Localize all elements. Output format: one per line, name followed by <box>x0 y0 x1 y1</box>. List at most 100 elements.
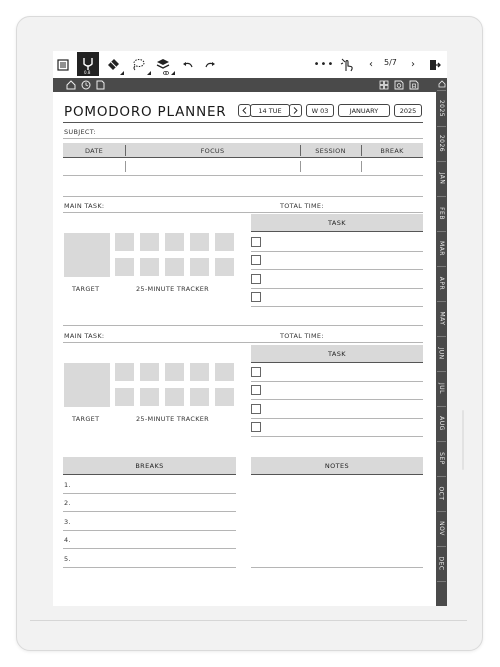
task-line[interactable] <box>251 418 423 419</box>
tracker-cell[interactable] <box>165 233 184 251</box>
day-selector[interactable]: 14 TUE <box>250 104 290 117</box>
tab-month-sep[interactable]: SEP <box>436 441 447 475</box>
tracker-cell[interactable] <box>140 258 159 276</box>
layers-menu-caret[interactable] <box>171 71 175 75</box>
target-box[interactable] <box>64 233 110 277</box>
main-task-line[interactable] <box>63 342 423 343</box>
tab-month-may[interactable]: MAY <box>436 301 447 335</box>
tab-month-jun[interactable]: JUN <box>436 336 447 370</box>
tab-month-jan[interactable]: JAN <box>436 161 447 195</box>
task-checkbox[interactable] <box>251 292 261 302</box>
task-checkbox[interactable] <box>251 255 261 265</box>
task-checkbox[interactable] <box>251 422 261 432</box>
tracker-cell[interactable] <box>215 363 234 381</box>
tracker-cell[interactable] <box>165 258 184 276</box>
year-selector[interactable]: 2025 <box>394 104 422 117</box>
tracker-cell[interactable] <box>190 388 209 406</box>
tracker-cell[interactable] <box>215 258 234 276</box>
task-line[interactable] <box>251 436 423 437</box>
task-checkbox[interactable] <box>251 274 261 284</box>
main-task-line[interactable] <box>63 212 423 213</box>
clock-icon[interactable] <box>81 80 91 90</box>
task-checkbox[interactable] <box>251 237 261 247</box>
tracker-cell[interactable] <box>115 363 134 381</box>
touch-gesture-icon[interactable] <box>338 54 356 75</box>
planner-page: POMODORO PLANNER 14 TUE W 03 JANUARY 202… <box>63 100 423 600</box>
tracker-cell[interactable] <box>140 388 159 406</box>
task-line[interactable] <box>251 251 423 252</box>
date-column-header: DATE <box>84 147 104 155</box>
task-line[interactable] <box>251 306 423 307</box>
tracker-cell[interactable] <box>165 363 184 381</box>
tab-year-2025[interactable]: 2025 <box>436 91 447 125</box>
tab-month-feb[interactable]: FEB <box>436 196 447 230</box>
tab-month-nov[interactable]: NOV <box>436 511 447 545</box>
column-divider <box>125 161 126 172</box>
session-column-header: SESSION <box>315 147 346 155</box>
tab-month-dec[interactable]: DEC <box>436 546 447 580</box>
break-line[interactable] <box>63 493 236 494</box>
page-indicator: 5/7 <box>384 58 397 67</box>
redo-icon[interactable] <box>202 54 218 75</box>
task-checkbox[interactable] <box>251 404 261 414</box>
lasso-select-icon[interactable] <box>129 54 147 75</box>
pen-tool-icon[interactable]: 0.8 <box>77 52 99 76</box>
eraser-menu-caret[interactable] <box>120 71 124 75</box>
column-divider <box>361 161 362 172</box>
tracker-cell[interactable] <box>215 388 234 406</box>
tracker-cell[interactable] <box>115 233 134 251</box>
tracker-cell[interactable] <box>190 363 209 381</box>
session-row-line[interactable] <box>63 175 423 176</box>
month-selector[interactable]: JANUARY <box>338 104 390 117</box>
session-row-line[interactable] <box>63 196 423 197</box>
task-line[interactable] <box>251 288 423 289</box>
task-line[interactable] <box>251 399 423 400</box>
lasso-menu-caret[interactable] <box>147 71 151 75</box>
tab-month-jul[interactable]: JUL <box>436 371 447 405</box>
notes-page-icon[interactable] <box>96 80 105 90</box>
break-line[interactable] <box>63 530 236 531</box>
tablet-screen: 0.8 ••• ‹ 5/7 › 2025 2026 JAN FEB MAR AP… <box>53 51 447 606</box>
tracker-cell[interactable] <box>115 258 134 276</box>
tracker-label: 25-MINUTE TRACKER <box>136 285 209 293</box>
target-box[interactable] <box>64 363 110 407</box>
tracker-cell[interactable] <box>215 233 234 251</box>
more-options-icon[interactable]: ••• <box>314 54 334 75</box>
undo-icon[interactable] <box>179 54 195 75</box>
side-tab-bar: 2025 2026 JAN FEB MAR APR MAY JUN JUL AU… <box>436 78 447 606</box>
tracker-cell[interactable] <box>190 233 209 251</box>
tab-month-mar[interactable]: MAR <box>436 231 447 265</box>
toc-icon[interactable] <box>55 54 71 75</box>
exit-icon[interactable] <box>428 54 442 75</box>
next-day-button[interactable] <box>289 104 302 117</box>
home-icon[interactable] <box>66 80 76 90</box>
task-checkbox[interactable] <box>251 367 261 377</box>
section-divider <box>63 325 423 326</box>
break-line[interactable] <box>63 548 236 549</box>
tab-month-oct[interactable]: OCT <box>436 476 447 510</box>
prev-page-icon[interactable]: ‹ <box>366 54 376 75</box>
calendar-page-icon[interactable] <box>394 80 404 90</box>
tracker-cell[interactable] <box>115 388 134 406</box>
break-line[interactable] <box>63 511 236 512</box>
break-line[interactable] <box>63 567 236 568</box>
tracker-cell[interactable] <box>165 388 184 406</box>
subject-line[interactable] <box>63 138 423 139</box>
break-item-number: 3. <box>64 518 71 526</box>
break-item-number: 2. <box>64 499 71 507</box>
tab-month-apr[interactable]: APR <box>436 266 447 300</box>
week-selector[interactable]: W 03 <box>306 104 334 117</box>
tracker-cell[interactable] <box>140 233 159 251</box>
task-checkbox[interactable] <box>251 385 261 395</box>
tab-month-aug[interactable]: AUG <box>436 406 447 440</box>
tab-year-2026[interactable]: 2026 <box>436 126 447 160</box>
next-page-icon[interactable]: › <box>408 54 418 75</box>
task-line[interactable] <box>251 381 423 382</box>
grid-view-icon[interactable] <box>379 80 389 90</box>
tracker-cell[interactable] <box>190 258 209 276</box>
tab-home-icon[interactable] <box>438 80 446 88</box>
task-line[interactable] <box>251 269 423 270</box>
tracker-cell[interactable] <box>140 363 159 381</box>
bookmark-page-icon[interactable] <box>409 80 419 90</box>
task-header: TASK <box>251 214 423 232</box>
